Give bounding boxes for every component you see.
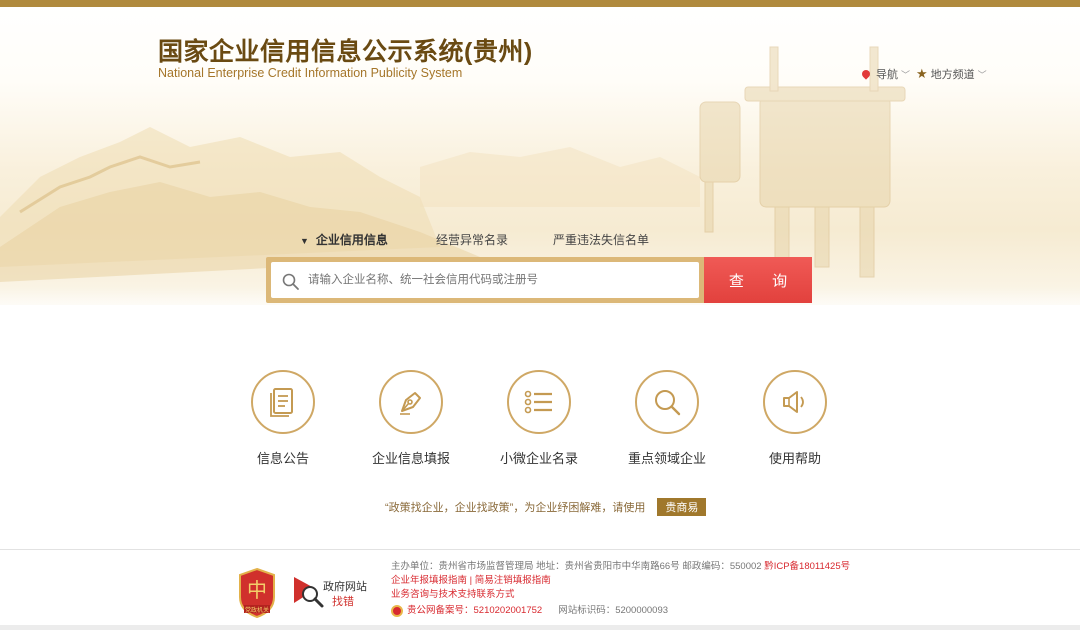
find-error-icon [294,577,324,608]
site-id: 网站标识码：5200000093 [558,605,669,616]
tab-enterprise-credit[interactable]: 企业信用信息 [300,231,388,248]
sponsor-line: 主办单位：贵州省市场监督管理局 地址：贵州省贵阳市中华南路66号 邮政编码：55… [391,560,850,574]
feature-label: 小微企业名录 [499,451,578,466]
chevron-down-icon: ﹀ [977,69,987,80]
speaker-icon [783,391,804,413]
feature-enterprise-filing[interactable]: 企业信息填报 [356,370,466,467]
footer-info: 主办单位：贵州省市场监督管理局 地址：贵州省贵阳市中华南路66号 邮政编码：55… [391,560,850,618]
location-pin-icon [860,68,872,80]
top-accent-bar [0,0,1080,7]
police-record-link[interactable]: 贵公网备案号：5210202001752 [407,604,542,618]
sponsor-text: 主办单位：贵州省市场监督管理局 地址：贵州省贵阳市中华南路66号 邮政编码：55… [391,561,762,572]
svg-text:中: 中 [247,578,267,602]
nav-menu-label: 导航 [876,69,898,81]
feature-label: 重点领域企业 [627,451,706,466]
feature-circle [251,370,315,434]
guishangyi-link[interactable]: 贵商易 [657,498,707,516]
chevron-down-icon: ﹀ [901,69,911,80]
find-error-label: 找错 [332,596,354,608]
star-icon: ★ [916,66,928,81]
feature-circle [763,370,827,434]
gov-site-find-error[interactable]: 政府网站 找错 [292,573,370,611]
police-badge-icon [391,605,403,617]
gov-site-label: 政府网站 [323,581,367,593]
search-input[interactable] [271,262,699,298]
support-line: 业务咨询与技术支持联系方式 [391,588,850,602]
pen-nib-icon [400,392,421,415]
feature-label: 使用帮助 [768,451,821,466]
feature-key-field-enterprise[interactable]: 重点领域企业 [612,370,722,467]
support-contact-link[interactable]: 业务咨询与技术支持联系方式 [391,589,515,600]
search-bar: 查 询 [266,257,812,303]
annual-report-guide-link[interactable]: 企业年报填报指南 [391,575,467,586]
record-line: 贵公网备案号：5210202001752 网站标识码：5200000093 [391,604,850,618]
local-channel-menu[interactable]: ★ 地方频道 ﹀ [916,66,987,82]
party-government-emblem-icon[interactable]: 中 党政机关 [236,567,278,619]
emblem-label: 党政机关 [245,606,269,614]
magnifier-icon [655,390,681,416]
list-icon [524,390,552,414]
tab-abnormal-operation[interactable]: 经营异常名录 [436,231,508,248]
feature-circle [379,370,443,434]
search-button[interactable]: 查 询 [704,257,812,303]
feature-micro-enterprise[interactable]: 小微企业名录 [484,370,594,467]
slogan-text: “政策找企业，企业找政策”，为企业纾困解难，请使用 [385,502,646,514]
simple-cancellation-guide-link[interactable]: 简易注销填报指南 [475,575,551,586]
guide-links: 企业年报填报指南 | 简易注销填报指南 [391,574,850,588]
site-title: 国家企业信用信息公示系统(贵州) [158,38,533,66]
feature-label: 信息公告 [256,451,309,466]
tab-serious-violation[interactable]: 严重违法失信名单 [553,231,649,248]
feature-circle [635,370,699,434]
link-divider: | [469,575,473,586]
nav-menu[interactable]: 导航 ﹀ [860,66,911,82]
site-title-english: National Enterprise Credit Information P… [158,66,463,80]
search-icon [282,273,299,290]
feature-help[interactable]: 使用帮助 [740,370,850,467]
feature-circle [507,370,571,434]
icp-link[interactable]: 黔ICP备18011425号 [764,561,850,572]
policy-slogan: “政策找企业，企业找政策”，为企业纾困解难，请使用 贵商易 [385,498,707,516]
feature-label: 企业信息填报 [371,451,450,466]
footer: 中 党政机关 政府网站 找错 主办单位：贵州省市场监督管理局 地址：贵州省贵阳市… [0,549,1080,630]
feature-info-notice[interactable]: 信息公告 [228,370,338,467]
document-icon [270,388,293,417]
local-channel-label: 地方频道 [930,69,975,81]
footer-bottom-bar [0,625,1080,630]
top-navigation: 导航 ﹀ ★ 地方频道 ﹀ [860,66,993,82]
